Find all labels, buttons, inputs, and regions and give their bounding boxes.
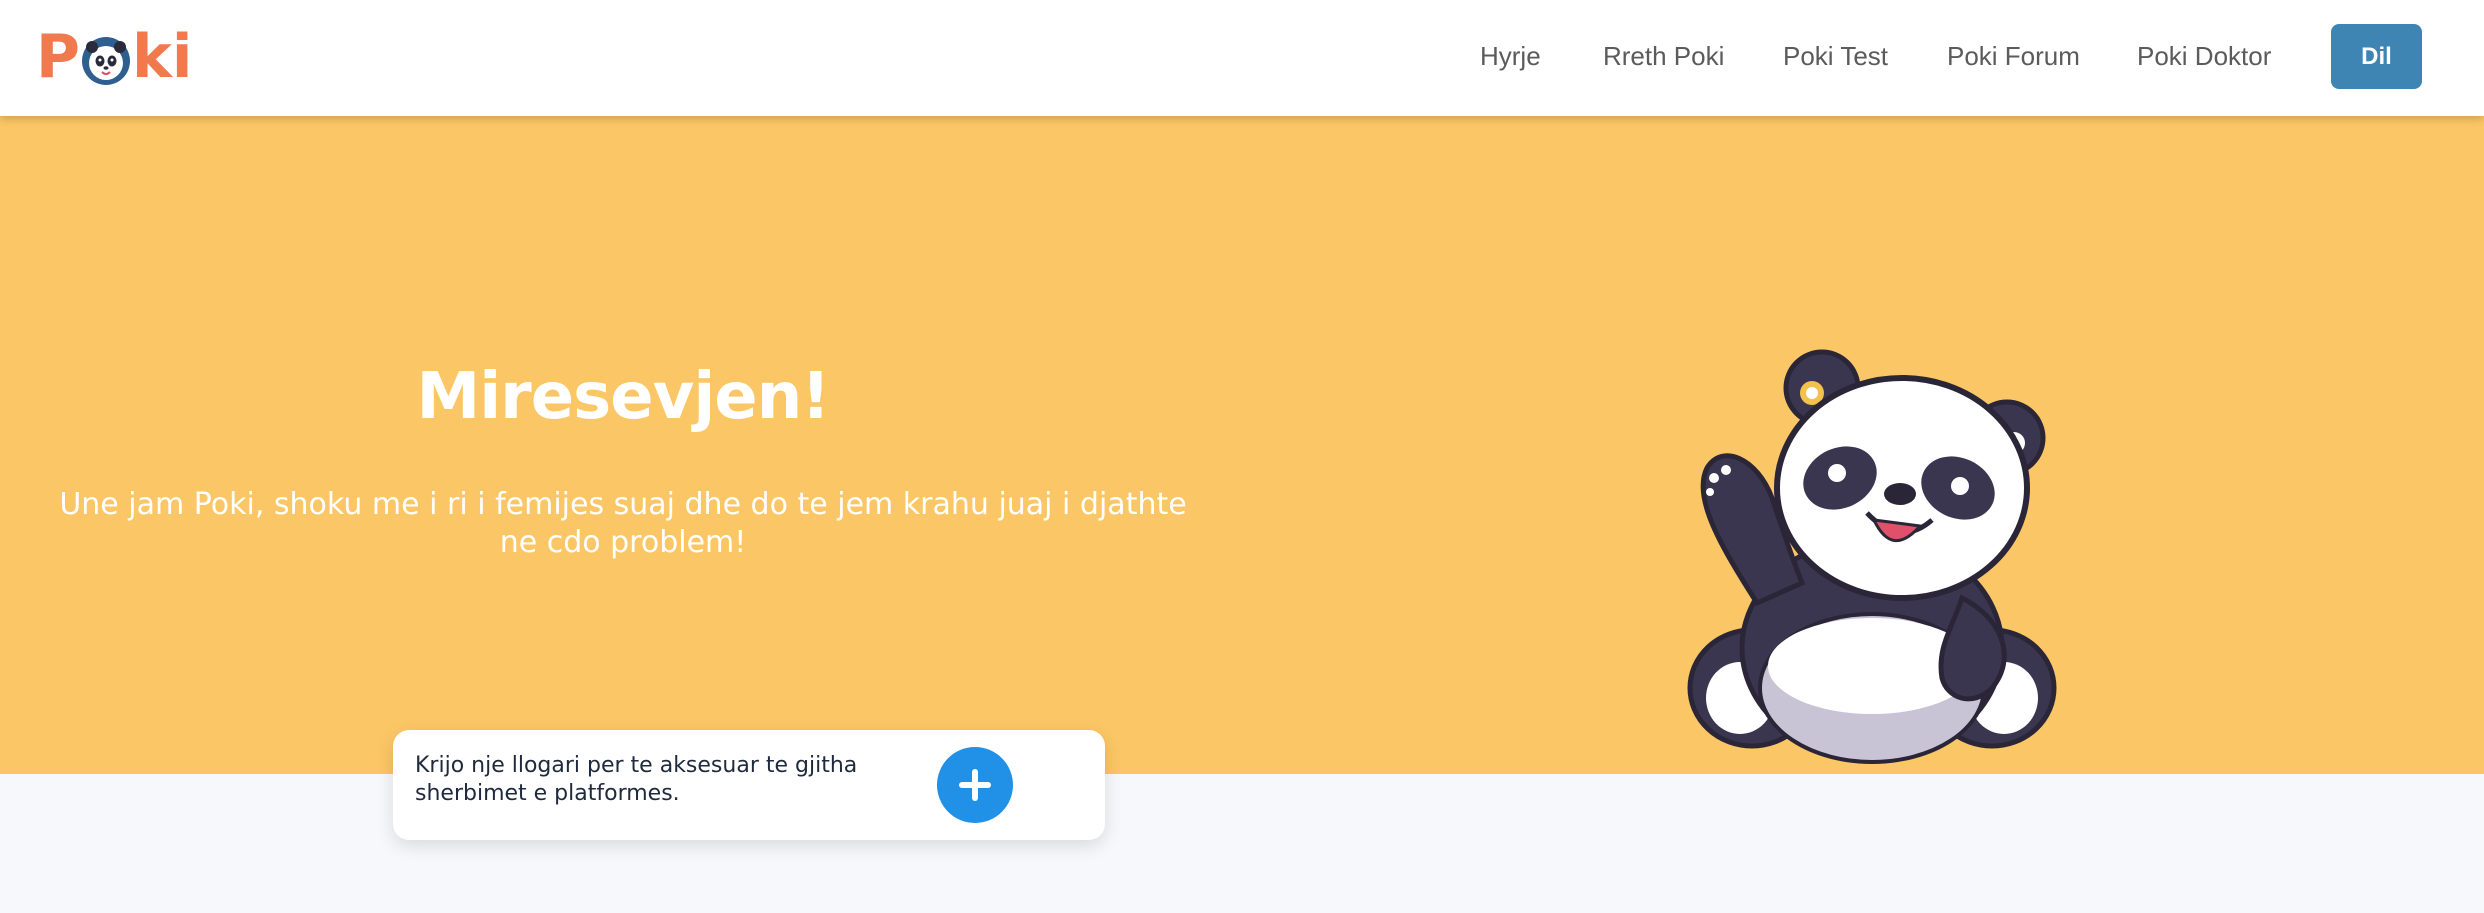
top-navbar: P ki Hyrje Rreth Poki Poki Test Poki For… xyxy=(0,0,2484,116)
nav-link-poki-doktor[interactable]: Poki Doktor xyxy=(2137,41,2271,72)
logo-text-ki: ki xyxy=(131,22,193,92)
create-account-card: Krijo nje llogari per te aksesuar te gji… xyxy=(393,730,1105,840)
create-account-button[interactable] xyxy=(937,747,1013,823)
poki-logo[interactable]: P ki xyxy=(36,22,192,92)
nav-link-poki-forum[interactable]: Poki Forum xyxy=(1947,41,2080,72)
plus-icon xyxy=(959,769,991,801)
create-account-text: Krijo nje llogari per te aksesuar te gji… xyxy=(415,753,858,806)
waving-panda-illustration xyxy=(1687,349,2057,764)
logout-button[interactable]: Dil xyxy=(2331,24,2422,89)
nav-link-rreth-poki[interactable]: Rreth Poki xyxy=(1603,41,1724,72)
logo-text-p: P xyxy=(36,22,80,92)
hero-section: Miresevjen! Une jam Poki, shoku me i ri … xyxy=(0,116,2484,774)
hero-subtitle: Une jam Poki, shoku me i ri i femijes su… xyxy=(59,487,1187,560)
nav-link-hyrje[interactable]: Hyrje xyxy=(1480,41,1541,72)
panda-face-icon xyxy=(81,37,130,85)
hero-title: Miresevjen! xyxy=(416,360,831,434)
nav-link-poki-test[interactable]: Poki Test xyxy=(1783,41,1888,72)
